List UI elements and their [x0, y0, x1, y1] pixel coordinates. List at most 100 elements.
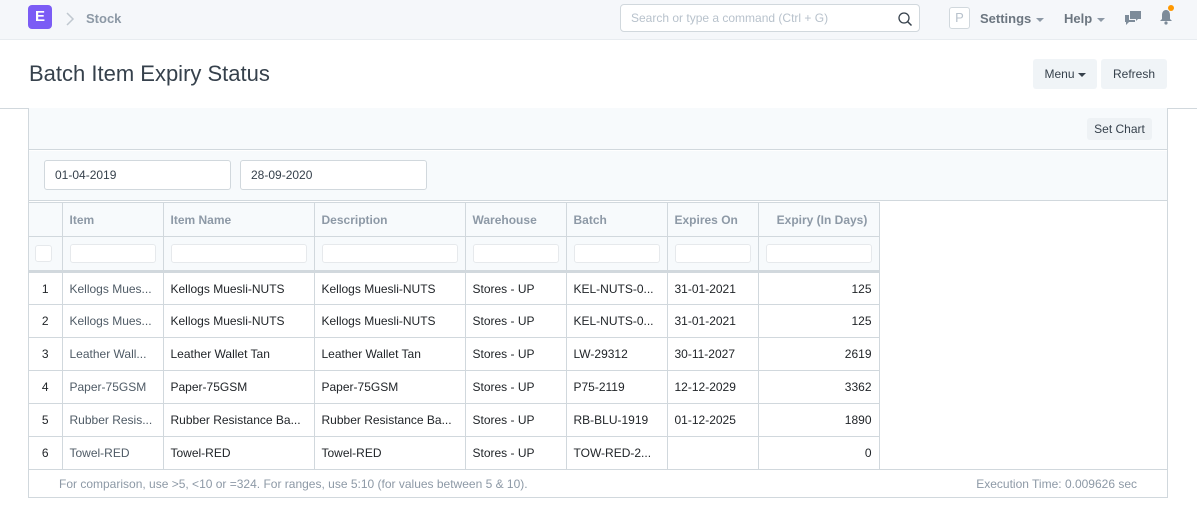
cell-item-name[interactable]: Kellogs Muesli-NUTS — [162, 304, 315, 338]
cell-item-name[interactable]: Paper-75GSM — [162, 370, 315, 404]
column-header-expiry-days[interactable]: Expiry (In Days) — [757, 202, 880, 237]
cell-description[interactable]: Kellogs Muesli-NUTS — [313, 304, 466, 338]
cell-item[interactable]: Leather Wall... — [61, 337, 164, 371]
column-header-description[interactable]: Description — [313, 202, 466, 237]
rownum[interactable]: 4 — [29, 370, 63, 404]
page-title: Batch Item Expiry Status — [29, 61, 270, 86]
cell-expiry-days[interactable]: 2619 — [757, 337, 880, 371]
chevron-right-icon — [66, 12, 75, 26]
column-header-batch[interactable]: Batch — [565, 202, 668, 237]
filter-cell — [29, 236, 63, 273]
from-date-field[interactable] — [44, 160, 231, 190]
cell-description[interactable]: Rubber Resistance Ba... — [313, 403, 466, 437]
avatar[interactable]: P — [949, 7, 970, 29]
filter-input-warehouse[interactable] — [472, 244, 559, 263]
cell-warehouse[interactable]: Stores - UP — [464, 436, 567, 470]
cell-description[interactable]: Towel-RED — [313, 436, 466, 470]
search-bar[interactable] — [620, 4, 920, 32]
cell-expiry-days[interactable]: 1890 — [757, 403, 880, 437]
cell-batch[interactable]: KEL-NUTS-0... — [565, 271, 668, 305]
breadcrumb-stock[interactable]: Stock — [86, 11, 121, 26]
cell-batch[interactable]: P75-2119 — [565, 370, 668, 404]
app-logo[interactable]: E — [28, 5, 52, 29]
help-label: Help — [1064, 11, 1093, 26]
cell-item[interactable]: Kellogs Mues... — [61, 271, 164, 305]
cell-expires-on[interactable]: 31-01-2021 — [666, 271, 759, 305]
cell-item-name[interactable]: Rubber Resistance Ba... — [162, 403, 315, 437]
cell-warehouse[interactable]: Stores - UP — [464, 304, 567, 338]
cell-warehouse[interactable]: Stores - UP — [464, 403, 567, 437]
cell-warehouse[interactable]: Stores - UP — [464, 337, 567, 371]
cell-description[interactable]: Kellogs Muesli-NUTS — [313, 271, 466, 305]
search-input[interactable] — [621, 5, 881, 31]
table-row[interactable]: 1 Kellogs Mues... Kellogs Muesli-NUTS Kello… — [29, 271, 880, 305]
menu-button[interactable]: Menu — [1033, 59, 1097, 89]
filter-input-item-name[interactable] — [170, 244, 307, 263]
cell-expiry-days[interactable]: 125 — [757, 304, 880, 338]
filter-cell — [313, 236, 466, 273]
table-row[interactable]: 4 Paper-75GSM Paper-75GSM Paper-75GSM Stores… — [29, 370, 880, 404]
cell-expires-on[interactable] — [666, 436, 759, 470]
table-row[interactable]: 2 Kellogs Mues... Kellogs Muesli-NUTS Kello… — [29, 304, 880, 338]
cell-warehouse[interactable]: Stores - UP — [464, 271, 567, 305]
chat-icon[interactable] — [1124, 10, 1142, 26]
cell-expiry-days[interactable]: 125 — [757, 271, 880, 305]
cell-expires-on[interactable]: 01-12-2025 — [666, 403, 759, 437]
rownum[interactable]: 6 — [29, 436, 63, 470]
cell-description[interactable]: Paper-75GSM — [313, 370, 466, 404]
table-row[interactable]: 3 Leather Wall... Leather Wallet Tan Leathe… — [29, 337, 880, 371]
search-icon[interactable] — [897, 11, 913, 27]
cell-batch[interactable]: TOW-RED-2... — [565, 436, 668, 470]
cell-expiry-days[interactable]: 3362 — [757, 370, 880, 404]
cell-item[interactable]: Towel-RED — [61, 436, 164, 470]
cell-batch[interactable]: KEL-NUTS-0... — [565, 304, 668, 338]
chart-area: Set Chart — [29, 108, 1167, 150]
filter-input-expiry-days[interactable] — [765, 244, 872, 263]
cell-warehouse[interactable]: Stores - UP — [464, 370, 567, 404]
menu-label: Menu — [1044, 67, 1075, 81]
column-header-warehouse[interactable]: Warehouse — [464, 202, 567, 237]
caret-down-icon — [1097, 17, 1106, 22]
cell-item-name[interactable]: Towel-RED — [162, 436, 315, 470]
refresh-button[interactable]: Refresh — [1101, 59, 1167, 89]
column-header-expires-on[interactable]: Expires On — [666, 202, 759, 237]
rownum[interactable]: 5 — [29, 403, 63, 437]
cell-item-name[interactable]: Kellogs Muesli-NUTS — [162, 271, 315, 305]
to-date-field[interactable] — [240, 160, 427, 190]
table-row[interactable]: 6 Towel-RED Towel-RED Towel-RED Stores - UP T… — [29, 436, 880, 470]
rownum[interactable]: 3 — [29, 337, 63, 371]
filter-row — [29, 236, 880, 273]
column-header-item[interactable]: Item — [61, 202, 164, 237]
cell-expiry-days[interactable]: 0 — [757, 436, 880, 470]
cell-description[interactable]: Leather Wallet Tan — [313, 337, 466, 371]
execution-time: Execution Time: 0.009626 sec — [976, 477, 1137, 491]
column-header-item-name[interactable]: Item Name — [162, 202, 315, 237]
cell-item[interactable]: Paper-75GSM — [61, 370, 164, 404]
report-panel: Set Chart Item Item Name Description War… — [28, 108, 1168, 498]
filter-hint: For comparison, use >5, <10 or =324. For… — [59, 477, 528, 491]
caret-down-icon — [1077, 72, 1086, 77]
report-footer: For comparison, use >5, <10 or =324. For… — [29, 469, 1167, 497]
filter-input-item[interactable] — [69, 244, 156, 263]
set-chart-button[interactable]: Set Chart — [1087, 118, 1152, 140]
cell-item[interactable]: Rubber Resis... — [61, 403, 164, 437]
filter-cell — [61, 236, 164, 273]
select-all-checkbox[interactable] — [35, 245, 52, 262]
cell-batch[interactable]: RB-BLU-1919 — [565, 403, 668, 437]
settings-dropdown[interactable]: Settings — [980, 11, 1045, 26]
filter-input-description[interactable] — [321, 244, 458, 263]
help-dropdown[interactable]: Help — [1064, 11, 1106, 26]
cell-expires-on[interactable]: 30-11-2027 — [666, 337, 759, 371]
rownum[interactable]: 1 — [29, 271, 63, 305]
cell-expires-on[interactable]: 12-12-2029 — [666, 370, 759, 404]
cell-batch[interactable]: LW-29312 — [565, 337, 668, 371]
filter-input-batch[interactable] — [573, 244, 660, 263]
cell-item-name[interactable]: Leather Wallet Tan — [162, 337, 315, 371]
filter-input-expires-on[interactable] — [674, 244, 751, 263]
rownum[interactable]: 2 — [29, 304, 63, 338]
cell-expires-on[interactable]: 31-01-2021 — [666, 304, 759, 338]
cell-item[interactable]: Kellogs Mues... — [61, 304, 164, 338]
table-row[interactable]: 5 Rubber Resis... Rubber Resistance Ba... R… — [29, 403, 880, 437]
bell-icon[interactable] — [1159, 9, 1173, 25]
filter-cell — [162, 236, 315, 273]
